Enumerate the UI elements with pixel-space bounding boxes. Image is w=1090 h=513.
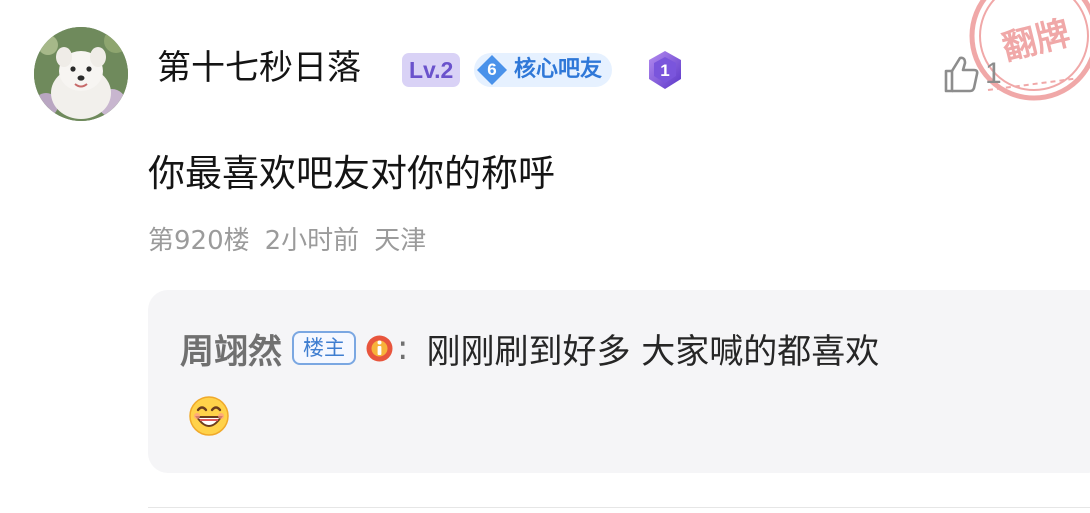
stamp-text: 翻牌 <box>998 13 1074 68</box>
author-name[interactable]: 第十七秒日落 <box>157 44 361 92</box>
reply-text: 刚刚刷到好多 大家喊的都喜欢 <box>426 331 880 372</box>
medal-number: 1 <box>660 61 669 80</box>
thread-owner-badge: 楼主 <box>292 331 356 365</box>
user-avatar[interactable] <box>34 27 128 121</box>
grinning-face-icon <box>188 395 230 437</box>
reply-author[interactable]: 周翊然 <box>180 324 282 373</box>
info-icon <box>365 334 394 363</box>
core-badge-label: 核心吧友 <box>514 57 603 82</box>
reply-box[interactable]: 周翊然 楼主 : 刚刚刷到好多 大家喊的都喜欢 <box>148 290 1090 473</box>
post-meta: 第920楼 2小时前 天津 <box>148 222 441 260</box>
divider <box>148 507 1090 508</box>
reply-colon: : <box>397 328 409 368</box>
reply-line: 周翊然 楼主 : 刚刚刷到好多 大家喊的都喜欢 <box>180 322 879 374</box>
medal-icon: 1 <box>645 49 685 91</box>
post-content: 你最喜欢吧友对你的称呼 <box>148 152 555 195</box>
floor-number: 第920楼 <box>148 226 250 256</box>
like-count: 1 <box>985 57 1002 90</box>
core-badge-number: 6 <box>487 60 497 79</box>
level-badge: Lv.2 <box>402 53 461 87</box>
like-button[interactable]: 1 <box>940 52 1002 96</box>
core-member-badge: 6 核心吧友 <box>474 53 613 87</box>
thumbs-up-icon <box>940 53 982 95</box>
post-location: 天津 <box>374 226 427 256</box>
post-time: 2小时前 <box>264 226 360 256</box>
